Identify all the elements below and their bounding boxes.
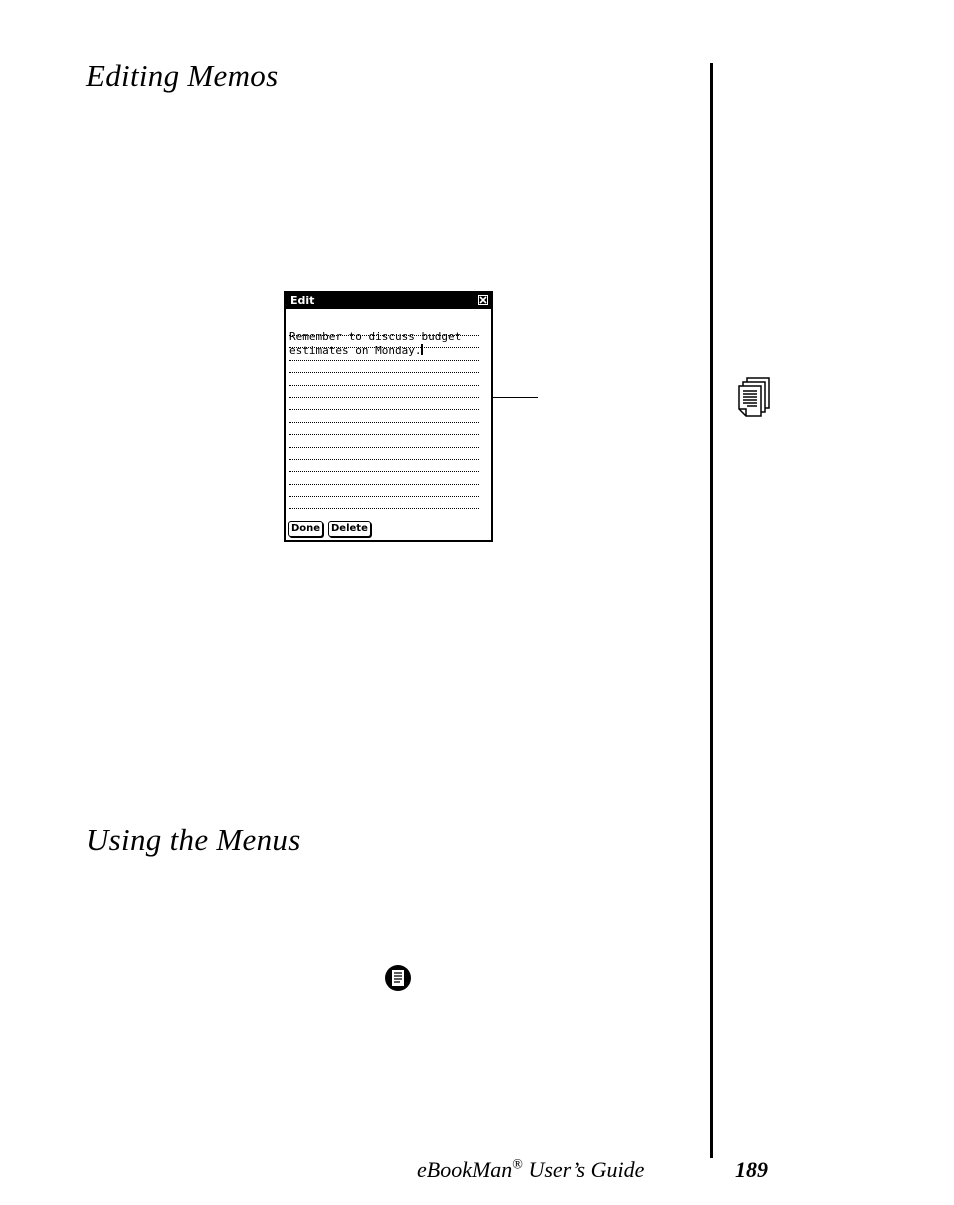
callout-leader-line <box>493 397 538 398</box>
memo-text-area[interactable]: Remember to discuss budget estimates on … <box>289 330 461 358</box>
menu-icon <box>385 965 411 991</box>
done-button[interactable]: Done <box>288 521 324 537</box>
section-heading-editing-memos: Editing Memos <box>86 58 279 93</box>
close-icon[interactable] <box>478 295 488 305</box>
margin-rule <box>710 63 713 1158</box>
memo-line-2: estimates on Monday. <box>289 344 422 357</box>
delete-button[interactable]: Delete <box>328 521 371 537</box>
ruled-lines <box>289 335 479 515</box>
edit-titlebar: Edit <box>286 293 491 309</box>
page-number: 189 <box>735 1157 768 1182</box>
stacked-document-icon <box>738 377 770 417</box>
footer-guide-title: eBookMan® User’s Guide <box>417 1157 645 1182</box>
edit-title: Edit <box>290 294 315 307</box>
edit-screen: Edit Remember to discuss budget estimate… <box>284 291 493 542</box>
memo-line-1: Remember to discuss budget <box>289 330 462 343</box>
text-cursor <box>421 344 424 355</box>
section-heading-using-the-menus: Using the Menus <box>86 822 301 857</box>
